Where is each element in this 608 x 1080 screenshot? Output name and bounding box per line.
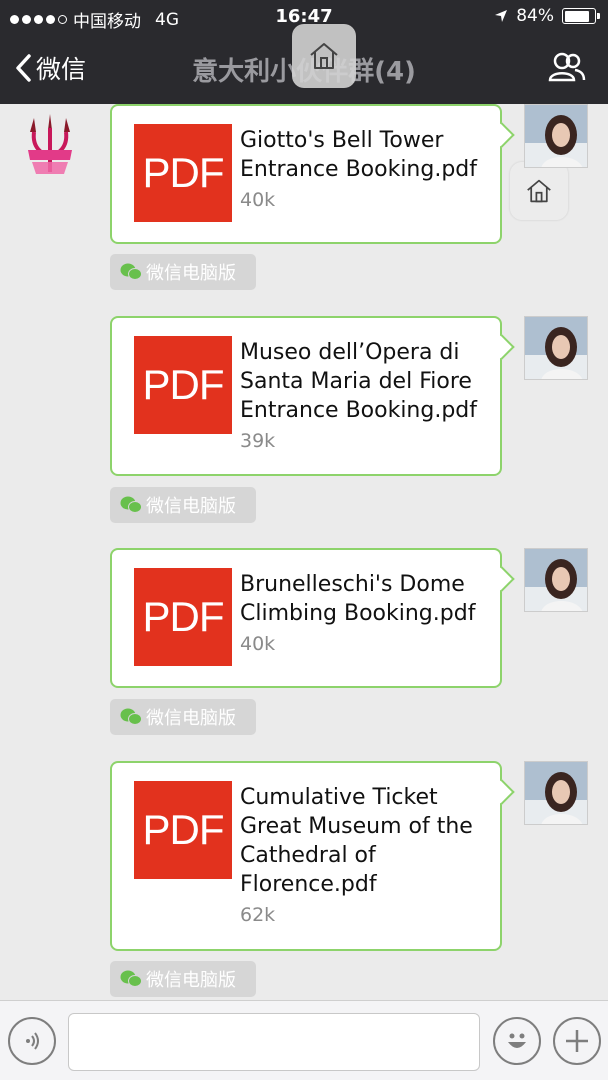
message-input[interactable] — [68, 1013, 480, 1071]
pdf-file-icon: PDF — [134, 124, 232, 222]
wechat-icon — [120, 263, 142, 280]
plus-icon — [566, 1030, 588, 1052]
home-icon — [310, 43, 338, 69]
file-name-text: Giotto's Bell Tower Entrance Booking.pdf — [240, 128, 478, 182]
file-name-text: Cumulative Ticket Great Museum of the Ca… — [240, 785, 473, 897]
source-tag: 微信电脑版 — [110, 961, 256, 997]
file-name-text: Brunelleschi's Dome Climbing Booking.pdf — [240, 572, 476, 626]
pdf-file-icon: PDF — [134, 781, 232, 879]
file-size: 40k — [240, 633, 276, 655]
my-avatar[interactable] — [524, 316, 588, 380]
profile-photo — [525, 317, 587, 379]
file-size: 40k — [240, 189, 276, 211]
source-tag-label: 微信电脑版 — [146, 970, 236, 991]
file-message[interactable]: PDF Brunelleschi's Dome Climbing Booking… — [110, 548, 502, 688]
battery-percent: 84% — [516, 6, 554, 26]
battery-icon — [562, 8, 600, 24]
emoji-button[interactable] — [493, 1017, 541, 1065]
status-right: 84% — [494, 6, 600, 26]
file-message[interactable]: PDF Cumulative Ticket Great Museum of th… — [110, 761, 502, 951]
profile-photo — [525, 105, 587, 167]
file-message[interactable]: PDF Museo dell’Opera di Santa Maria del … — [110, 316, 502, 476]
wechat-icon — [120, 708, 142, 725]
source-tag: 微信电脑版 — [110, 254, 256, 290]
trident-logo-icon — [28, 114, 72, 174]
location-arrow-icon — [495, 10, 508, 22]
profile-photo — [525, 762, 587, 824]
file-name-text: Museo dell’Opera di Santa Maria del Fior… — [240, 340, 478, 423]
file-name: Giotto's Bell Tower Entrance Booking.pdf… — [240, 126, 486, 212]
assistive-home-button[interactable] — [292, 24, 356, 88]
smiley-icon — [508, 1033, 526, 1048]
assistive-home-button-2[interactable] — [510, 162, 568, 220]
wechat-icon — [120, 496, 142, 513]
source-tag: 微信电脑版 — [110, 699, 256, 735]
source-tag-label: 微信电脑版 — [146, 496, 236, 517]
people-icon — [548, 52, 586, 82]
voice-input-button[interactable] — [8, 1017, 56, 1065]
my-avatar[interactable] — [524, 548, 588, 612]
group-members-button[interactable] — [548, 52, 586, 86]
sender-avatar-trident-logo[interactable] — [22, 114, 78, 178]
my-avatar[interactable] — [524, 104, 588, 168]
file-size: 62k — [240, 904, 276, 926]
voice-icon — [26, 1032, 39, 1050]
pdf-file-icon: PDF — [134, 568, 232, 666]
file-message[interactable]: PDF Giotto's Bell Tower Entrance Booking… — [110, 104, 502, 244]
file-name: Brunelleschi's Dome Climbing Booking.pdf… — [240, 570, 486, 656]
source-tag: 微信电脑版 — [110, 487, 256, 523]
file-name: Museo dell’Opera di Santa Maria del Fior… — [240, 338, 486, 453]
pdf-file-icon: PDF — [134, 336, 232, 434]
file-name: Cumulative Ticket Great Museum of the Ca… — [240, 783, 486, 927]
more-options-button[interactable] — [553, 1017, 601, 1065]
source-tag-label: 微信电脑版 — [146, 708, 236, 729]
input-bar — [0, 1000, 608, 1080]
home-icon — [527, 179, 551, 203]
profile-photo — [525, 549, 587, 611]
my-avatar[interactable] — [524, 761, 588, 825]
source-tag-label: 微信电脑版 — [146, 263, 236, 284]
wechat-icon — [120, 970, 142, 987]
file-size: 39k — [240, 430, 276, 452]
